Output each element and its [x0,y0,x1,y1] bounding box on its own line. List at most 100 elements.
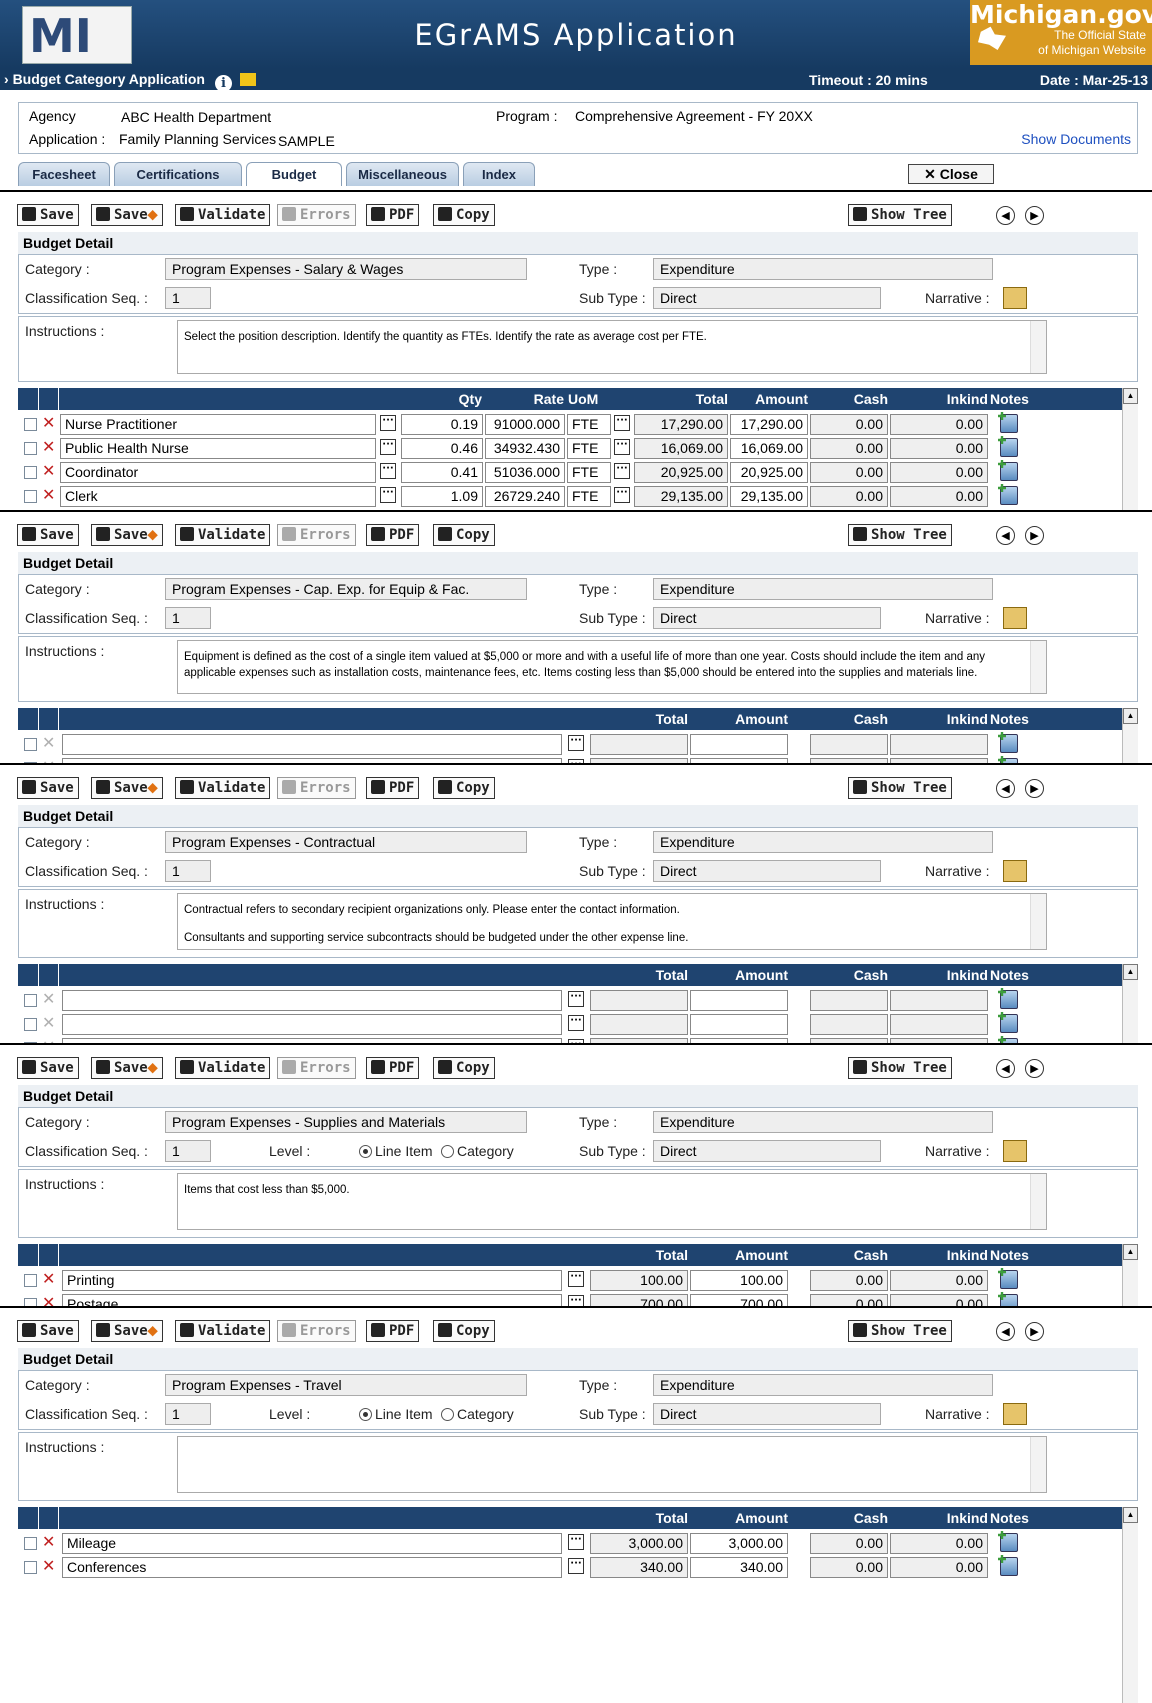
row-checkbox[interactable] [24,466,37,479]
instructions-scrollbar[interactable] [1030,1437,1046,1492]
classification-seq-field[interactable]: 1 [165,287,211,309]
show-tree-button[interactable]: Show Tree [848,1057,952,1079]
level-line-item-option[interactable]: Line Item [359,1406,433,1422]
previous-icon[interactable]: ◀ [996,779,1015,798]
rate-cell[interactable]: 26729.240 [485,486,565,507]
rate-cell[interactable]: 91000.000 [485,414,565,435]
narrative-icon[interactable] [1003,1403,1027,1425]
validate-button[interactable]: Validate [175,1057,271,1079]
lookup-icon[interactable]: ··· [568,1295,584,1306]
level-category-option[interactable]: Category [441,1406,514,1422]
description-cell[interactable] [62,734,562,755]
notes-icon[interactable] [1000,414,1018,433]
narrative-icon[interactable] [1003,607,1027,629]
lookup-icon[interactable]: ··· [568,1558,584,1574]
notes-icon[interactable] [1000,438,1018,457]
narrative-icon[interactable] [1003,287,1027,309]
validate-button[interactable]: Validate [175,1320,271,1342]
copy-button[interactable]: Copy [433,204,495,226]
save-button[interactable]: Save [17,1320,79,1342]
save-new-button[interactable]: Save⬥ [91,524,163,546]
instructions-scrollbar[interactable] [1030,1174,1046,1229]
amount-cell[interactable]: 340.00 [690,1557,788,1578]
uom-cell[interactable]: FTE [567,438,611,459]
save-button[interactable]: Save [17,524,79,546]
delete-row-icon[interactable]: ✕ [42,1013,55,1032]
rate-cell[interactable]: 51036.000 [485,462,565,483]
save-new-button[interactable]: Save⬥ [91,777,163,799]
notes-icon[interactable] [1000,1270,1018,1289]
delete-row-icon[interactable]: ✕ [42,461,55,480]
lookup-icon[interactable]: ··· [380,415,396,431]
narrative-icon[interactable] [1003,1140,1027,1162]
description-cell[interactable] [62,990,562,1011]
delete-row-icon[interactable]: ✕ [42,1269,55,1288]
notes-icon[interactable] [1000,1557,1018,1576]
narrative-icon[interactable] [1003,860,1027,882]
amount-cell[interactable]: 20,925.00 [730,462,808,483]
lookup-icon[interactable]: ··· [568,1015,584,1031]
previous-icon[interactable]: ◀ [996,1059,1015,1078]
copy-button[interactable]: Copy [433,1320,495,1342]
copy-button[interactable]: Copy [433,524,495,546]
row-checkbox[interactable] [24,1274,37,1287]
next-icon[interactable]: ▶ [1025,779,1044,798]
show-tree-button[interactable]: Show Tree [848,777,952,799]
tab-facesheet[interactable]: Facesheet [18,162,110,186]
level-category-option[interactable]: Category [441,1143,514,1159]
copy-button[interactable]: Copy [433,1057,495,1079]
row-checkbox[interactable] [24,442,37,455]
delete-row-icon[interactable]: ✕ [42,437,55,456]
uom-lookup-icon[interactable]: ··· [614,439,630,455]
lookup-icon[interactable]: ··· [568,1534,584,1550]
description-cell[interactable] [62,1014,562,1035]
row-checkbox[interactable] [24,1018,37,1031]
help-book-icon[interactable] [239,73,256,86]
uom-lookup-icon[interactable]: ··· [614,463,630,479]
show-tree-button[interactable]: Show Tree [848,1320,952,1342]
save-button[interactable]: Save [17,1057,79,1079]
errors-button[interactable]: Errors [277,777,356,799]
amount-cell[interactable]: 29,135.00 [730,486,808,507]
copy-button[interactable]: Copy [433,777,495,799]
row-checkbox[interactable] [24,490,37,503]
save-button[interactable]: Save [17,777,79,799]
previous-icon[interactable]: ◀ [996,1322,1015,1341]
pdf-button[interactable]: PDF [366,524,420,546]
instructions-scrollbar[interactable] [1030,641,1046,693]
instructions-scrollbar[interactable] [1030,321,1046,373]
amount-cell[interactable]: 100.00 [690,1270,788,1291]
scroll-up-icon[interactable]: ▲ [1123,1244,1138,1260]
validate-button[interactable]: Validate [175,204,271,226]
level-line-item-option[interactable]: Line Item [359,1143,433,1159]
notes-icon[interactable] [1000,1533,1018,1552]
lookup-icon[interactable]: ··· [380,439,396,455]
qty-cell[interactable]: 1.09 [401,486,483,507]
delete-row-icon[interactable]: ✕ [42,1293,55,1306]
lookup-icon[interactable]: ··· [380,487,396,503]
next-icon[interactable]: ▶ [1025,526,1044,545]
scroll-up-icon[interactable]: ▲ [1123,1507,1138,1523]
row-checkbox[interactable] [24,1561,37,1574]
row-checkbox[interactable] [24,1537,37,1550]
previous-icon[interactable]: ◀ [996,206,1015,225]
description-cell[interactable]: Coordinator [60,462,376,483]
delete-row-icon[interactable]: ✕ [42,989,55,1008]
description-cell[interactable]: Nurse Practitioner [60,414,376,435]
errors-button[interactable]: Errors [277,1057,356,1079]
pdf-button[interactable]: PDF [366,1057,420,1079]
save-button[interactable]: Save [17,204,79,226]
show-tree-button[interactable]: Show Tree [848,204,952,226]
validate-button[interactable]: Validate [175,777,271,799]
tab-index[interactable]: Index [463,162,535,186]
errors-button[interactable]: Errors [277,204,356,226]
next-icon[interactable]: ▶ [1025,1059,1044,1078]
pdf-button[interactable]: PDF [366,777,420,799]
show-tree-button[interactable]: Show Tree [848,524,952,546]
info-icon[interactable]: i [214,75,232,92]
uom-lookup-icon[interactable]: ··· [614,415,630,431]
classification-seq-field[interactable]: 1 [165,1403,211,1425]
notes-icon[interactable] [1000,990,1018,1009]
save-new-button[interactable]: Save⬥ [91,204,163,226]
pdf-button[interactable]: PDF [366,1320,420,1342]
